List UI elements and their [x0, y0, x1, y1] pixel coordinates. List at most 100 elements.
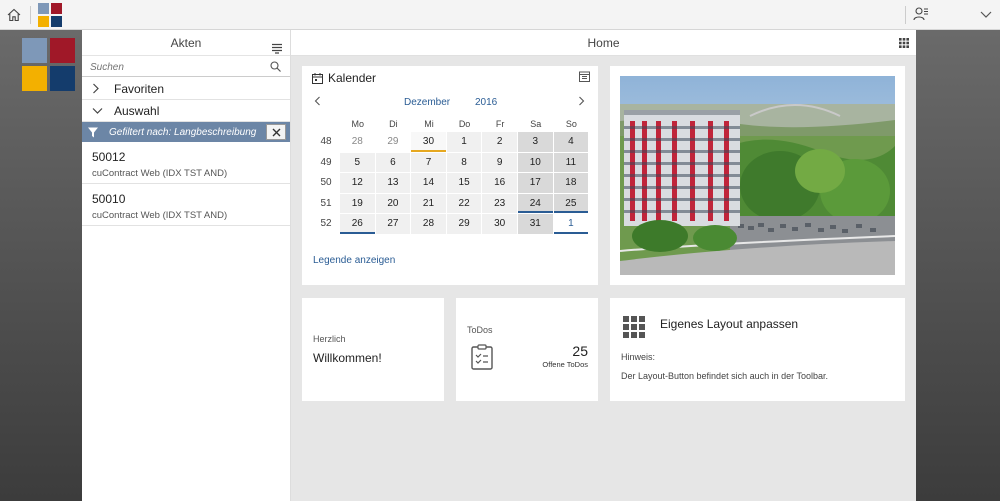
- clipboard-checklist-icon: [471, 344, 493, 370]
- todos-title: ToDos: [467, 325, 493, 335]
- calendar-day[interactable]: 31: [517, 214, 553, 234]
- calendar-day[interactable]: 16: [482, 173, 517, 193]
- calendar-day[interactable]: 29: [446, 214, 482, 234]
- calendar-day[interactable]: 7: [411, 152, 446, 172]
- list-item[interactable]: 50010 cuContract Web (IDX TST AND): [82, 184, 290, 226]
- layout-grid-icon: [623, 316, 647, 340]
- filter-icon: [88, 127, 99, 138]
- calendar-day[interactable]: 29: [375, 132, 411, 152]
- logo-square: [38, 16, 49, 27]
- calendar-day[interactable]: 28: [340, 132, 375, 152]
- logo-square: [51, 3, 62, 14]
- calendar-day[interactable]: 19: [340, 193, 375, 213]
- calendar-week-row: 51 19 20 21 22 23 24 25: [312, 193, 589, 215]
- calendar-day[interactable]: 12: [340, 173, 375, 193]
- calendar-header: Kalender: [312, 71, 376, 85]
- layout-hint-text: Der Layout-Button befindet sich auch in …: [621, 371, 828, 381]
- weekday-label: So: [565, 119, 577, 129]
- calendar-day[interactable]: 30: [482, 214, 517, 234]
- calendar-day[interactable]: 28: [411, 214, 446, 234]
- calendar-day[interactable]: 26: [340, 214, 375, 234]
- akten-panel: Akten Favoriten Auswahl Gefiltert nach: …: [82, 30, 291, 501]
- logo-square: [50, 38, 75, 63]
- akte-number: 50010: [92, 192, 126, 206]
- week-number: 51: [320, 197, 332, 209]
- calendar-day[interactable]: 13: [375, 173, 411, 193]
- calendar-day[interactable]: 2: [482, 132, 517, 152]
- group-auswahl[interactable]: Auswahl: [82, 100, 290, 122]
- calendar-day[interactable]: 20: [375, 193, 411, 213]
- calendar-day[interactable]: 15: [446, 173, 482, 193]
- calendar-day[interactable]: 1: [553, 214, 589, 234]
- layout-tile-title: Eigenes Layout anpassen: [660, 317, 799, 331]
- calendar-month[interactable]: Dezember: [404, 97, 450, 108]
- calendar-day[interactable]: 10: [517, 152, 553, 172]
- calendar-day[interactable]: 24: [517, 193, 553, 213]
- weekday-header-row: Mo Di Mi Do Fr Sa So: [312, 116, 589, 132]
- weekday-label: Mi: [424, 119, 434, 129]
- calendar-day[interactable]: 14: [411, 173, 446, 193]
- todos-count-label: Offene ToDos: [542, 360, 588, 369]
- calendar-grid: Mo Di Mi Do Fr Sa So 48 28 29 30 1 2 3 4 49 5 6 7 8 9 10 11 50 1…: [312, 116, 589, 235]
- weekday-label: Do: [458, 119, 471, 129]
- calendar-year[interactable]: 2016: [475, 97, 497, 108]
- filter-bar: Gefiltert nach: Langbeschreibung: [82, 122, 290, 142]
- search-input[interactable]: [82, 57, 290, 77]
- weekday-label: Mo: [351, 119, 365, 129]
- chevron-down-icon[interactable]: [980, 10, 992, 20]
- akte-description: cuContract Web (IDX TST AND): [92, 168, 228, 179]
- group-label: Favoriten: [114, 81, 165, 96]
- calendar-day[interactable]: 18: [553, 173, 589, 193]
- logo-square: [38, 3, 49, 14]
- calendar-day[interactable]: 8: [446, 152, 482, 172]
- chevron-right-icon[interactable]: [578, 96, 586, 106]
- calendar-week-row: 48 28 29 30 1 2 3 4: [312, 132, 589, 153]
- group-favoriten[interactable]: Favoriten: [82, 78, 290, 100]
- custom-layout-tile[interactable]: Eigenes Layout anpassen Hinweis: Der Lay…: [610, 298, 905, 401]
- show-legend-link[interactable]: Legende anzeigen: [313, 255, 395, 266]
- calendar-day[interactable]: 23: [482, 193, 517, 213]
- list-item[interactable]: 50012 cuContract Web (IDX TST AND): [82, 142, 290, 184]
- calendar-title: Kalender: [328, 71, 377, 85]
- akten-panel-title: Akten: [170, 36, 202, 50]
- calendar-day[interactable]: 25: [553, 193, 589, 213]
- todos-tile[interactable]: ToDos 25 Offene ToDos: [456, 298, 598, 401]
- layout-grid-icon[interactable]: [899, 38, 909, 48]
- user-settings-icon[interactable]: [913, 6, 931, 24]
- clear-filter-button[interactable]: [266, 124, 286, 140]
- calendar-day[interactable]: 22: [446, 193, 482, 213]
- toolbar-divider: [905, 6, 906, 24]
- logo-square: [22, 66, 47, 91]
- week-number: 50: [320, 177, 332, 188]
- search-icon[interactable]: [270, 61, 282, 73]
- calendar-day[interactable]: 4: [553, 132, 589, 152]
- week-number-header: [312, 116, 340, 132]
- week-number: 49: [320, 156, 332, 168]
- chevron-left-icon[interactable]: [314, 96, 322, 106]
- calendar-export-icon[interactable]: [579, 71, 590, 82]
- calendar-day[interactable]: 9: [482, 152, 517, 172]
- calendar-week-row: 49 5 6 7 8 9 10 11: [312, 152, 589, 174]
- calendar-nav: Dezember 2016: [302, 94, 598, 108]
- toolbar-divider: [30, 6, 31, 24]
- weekday-label: Sa: [530, 119, 542, 129]
- calendar-day[interactable]: 21: [411, 193, 446, 213]
- building-photo: [620, 76, 895, 275]
- list-menu-icon[interactable]: [272, 37, 282, 54]
- calendar-day[interactable]: 30: [411, 132, 446, 152]
- page-title: Home: [587, 36, 620, 50]
- chevron-right-icon: [92, 83, 104, 94]
- calendar-day[interactable]: 17: [517, 173, 553, 193]
- calendar-day[interactable]: 11: [553, 152, 589, 172]
- home-icon[interactable]: [4, 5, 24, 25]
- calendar-day[interactable]: 1: [446, 132, 482, 152]
- main-header: Home: [291, 30, 916, 56]
- layout-hint-label: Hinweis:: [621, 352, 656, 362]
- calendar-day[interactable]: 27: [375, 214, 411, 234]
- top-toolbar: [0, 0, 1000, 30]
- calendar-day[interactable]: 6: [375, 152, 411, 172]
- calendar-icon: [312, 72, 323, 84]
- calendar-day[interactable]: 3: [517, 132, 553, 152]
- app-logo-small[interactable]: [38, 3, 62, 27]
- calendar-day[interactable]: 5: [340, 152, 375, 172]
